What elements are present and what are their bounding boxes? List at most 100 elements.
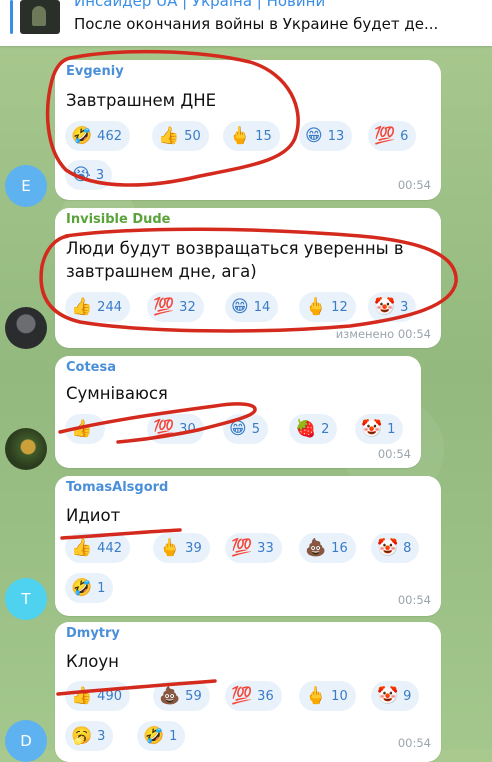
reaction-count: 15: [255, 128, 272, 144]
thumbs-up-emoji-icon: 👍: [71, 418, 93, 439]
message-time: изменено 00:54: [335, 327, 431, 341]
reaction-count: 244: [97, 299, 122, 315]
reaction-count: 36: [257, 688, 274, 704]
reaction-chip[interactable]: 👍 244: [65, 292, 130, 322]
message-text: Люди будут возвращаться уверенны в завтр…: [66, 239, 404, 281]
rofl-emoji-icon: 🤣: [71, 577, 93, 598]
reaction-count: 10: [331, 688, 348, 704]
reaction-count: 50: [184, 128, 201, 144]
reaction-chip[interactable]: 🖕 39: [153, 533, 210, 563]
author-name[interactable]: TomasAlsgord: [66, 480, 168, 495]
reaction-chip[interactable]: 😁 14: [225, 292, 279, 322]
avatar[interactable]: T: [5, 578, 47, 620]
message-text: Клоун: [66, 652, 119, 671]
message-bubble[interactable]: TomasAlsgord Идиот 👍 442 🖕 39 💯 33 💩 16 🤡 8 🤣…: [55, 476, 441, 616]
reaction-chip[interactable]: 😭 3: [65, 160, 113, 190]
avatar[interactable]: D: [5, 720, 47, 762]
reaction-count: 6: [400, 128, 409, 144]
middle-finger-emoji-icon: 🖕: [159, 537, 181, 558]
reaction-chip[interactable]: 👍 442: [65, 533, 130, 563]
reaction-count: 39: [185, 540, 202, 556]
author-name[interactable]: Cotesa: [66, 360, 116, 375]
message-time: 00:54: [397, 593, 431, 607]
reaction-chip[interactable]: 🤡 3: [368, 292, 417, 322]
avatar[interactable]: [5, 307, 47, 349]
thumbs-up-emoji-icon: 👍: [158, 125, 180, 146]
hundred-emoji-icon: 💯: [153, 418, 175, 439]
reaction-chip[interactable]: 🤣 1: [137, 721, 186, 751]
reaction-chip[interactable]: 👍 490: [65, 681, 130, 711]
reaction-chip[interactable]: 🤡 8: [371, 533, 420, 563]
pinned-thumbnail: [20, 0, 60, 34]
reaction-chip[interactable]: 🖕 10: [299, 681, 356, 711]
message-bubble[interactable]: Invisible Dude Люди будут возвращаться у…: [55, 208, 441, 348]
strawberry-emoji-icon: 🍓: [295, 418, 317, 439]
reaction-chip[interactable]: 🤣 1: [65, 573, 114, 603]
message-bubble[interactable]: Dmytry Клоун 👍 490 💩 59 💯 36 🖕 10 🤡 9 🥱 3 🤣 1 0…: [55, 622, 441, 762]
reaction-count: 3: [95, 167, 105, 183]
reaction-chip[interactable]: 🍓 2: [289, 414, 338, 444]
reaction-chip[interactable]: 💯 30: [147, 414, 204, 444]
reaction-count: 3: [400, 299, 409, 315]
message-time: 00:54: [397, 736, 431, 750]
hundred-emoji-icon: 💯: [374, 125, 396, 146]
reaction-chip[interactable]: 😁 5: [223, 414, 269, 444]
reaction-count: 13: [327, 128, 345, 144]
reaction-chip[interactable]: 😁 13: [299, 121, 353, 151]
grin-emoji-icon: 😁: [231, 296, 249, 317]
author-name[interactable]: Invisible Dude: [66, 212, 171, 227]
poo-emoji-icon: 💩: [159, 685, 181, 706]
pinned-title: Инсайдер UA | Україна | Новини: [74, 0, 326, 10]
reaction-chip[interactable]: 💩 16: [299, 533, 356, 563]
message-time: 00:54: [377, 447, 411, 461]
middle-finger-emoji-icon: 🖕: [305, 296, 327, 317]
message-bubble[interactable]: Evgeniy Завтрашнем ДНЕ 🤣 462 👍 50 🖕 15 😁 13 …: [55, 60, 441, 200]
message-text: Идиот: [66, 506, 121, 525]
thumbs-up-emoji-icon: 👍: [71, 685, 93, 706]
reaction-chip[interactable]: 👍: [65, 414, 106, 444]
reaction-chip[interactable]: 🥱 3: [65, 721, 114, 751]
reaction-chip[interactable]: 🤡 9: [371, 681, 420, 711]
reaction-count: 462: [97, 128, 122, 144]
reaction-count: 5: [251, 421, 261, 437]
reaction-chip[interactable]: 🤡 1: [355, 414, 404, 444]
author-name[interactable]: Evgeniy: [66, 64, 124, 79]
reaction-chip[interactable]: 🖕 15: [223, 121, 280, 151]
hundred-emoji-icon: 💯: [231, 685, 253, 706]
reaction-count: 59: [185, 688, 202, 704]
message-bubble[interactable]: Cotesa Сумніваюся 👍 💯 30 😁 5 🍓 2 🤡 1 00:54: [55, 356, 421, 468]
avatar-letter: T: [21, 590, 31, 608]
reaction-chip[interactable]: 💯 33: [225, 533, 282, 563]
reaction-count: 3: [97, 728, 106, 744]
clown-emoji-icon: 🤡: [361, 418, 383, 439]
reaction-count: 30: [179, 421, 196, 437]
avatar[interactable]: E: [5, 165, 47, 207]
clown-emoji-icon: 🤡: [374, 296, 396, 317]
avatar[interactable]: [5, 428, 47, 470]
thumbs-up-emoji-icon: 👍: [71, 296, 93, 317]
reaction-chip[interactable]: 💩 59: [153, 681, 210, 711]
reaction-chip[interactable]: 🤣 462: [65, 121, 130, 151]
crying-emoji-icon: 😭: [71, 164, 91, 185]
reaction-chip[interactable]: 💯 36: [225, 681, 282, 711]
reaction-count: 14: [253, 299, 271, 315]
pinned-indicator: [10, 0, 13, 34]
avatar-letter: E: [21, 177, 31, 195]
reaction-count: 2: [321, 421, 330, 437]
author-name[interactable]: Dmytry: [66, 626, 120, 641]
rofl-emoji-icon: 🤣: [143, 725, 165, 746]
avatar-letter: D: [20, 732, 32, 750]
middle-finger-emoji-icon: 🖕: [229, 125, 251, 146]
reaction-count: 1: [169, 728, 178, 744]
grin-emoji-icon: 😁: [229, 418, 247, 439]
reaction-chip[interactable]: 💯 6: [368, 121, 417, 151]
pinned-message-bar[interactable]: Инсайдер UA | Україна | Новини После око…: [0, 0, 492, 46]
reaction-count: 1: [97, 580, 106, 596]
reaction-chip[interactable]: 💯 32: [147, 292, 204, 322]
reaction-chip[interactable]: 👍 50: [152, 121, 209, 151]
reaction-count: 32: [179, 299, 196, 315]
reaction-chip[interactable]: 🖕 12: [299, 292, 356, 322]
message-text: Сумніваюся: [66, 384, 168, 403]
rofl-emoji-icon: 🤣: [71, 125, 93, 146]
message-time: 00:54: [397, 178, 431, 192]
